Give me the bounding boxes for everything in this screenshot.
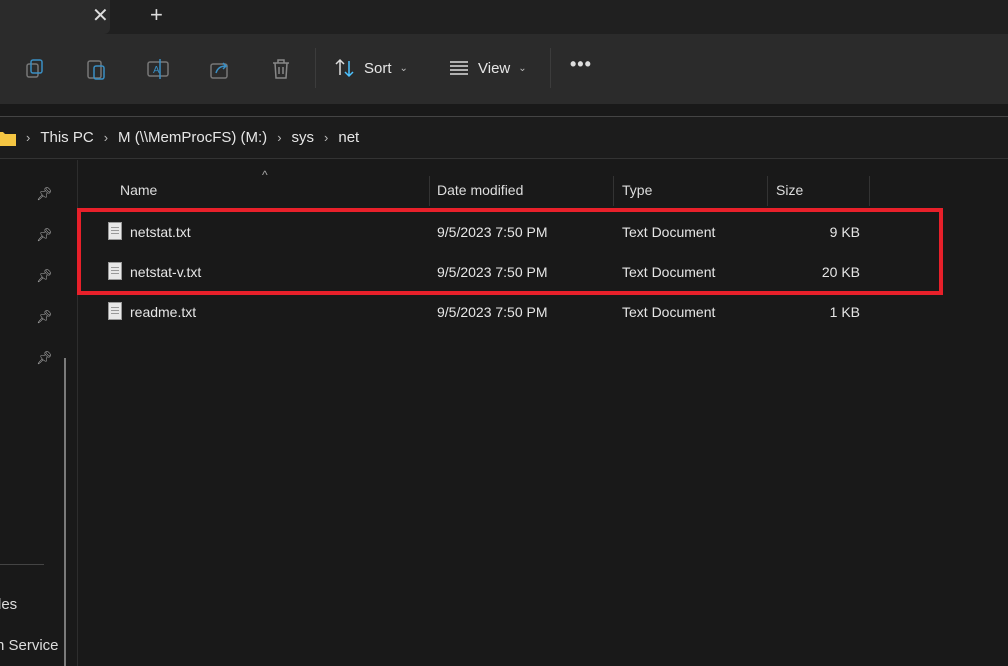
pin-icon: 📌︎ [36, 309, 53, 324]
chevron-right-icon: › [26, 130, 31, 145]
column-divider [767, 176, 768, 206]
sidebar-item[interactable]: les [0, 596, 17, 613]
rename-icon[interactable]: A [145, 56, 171, 82]
new-tab-button[interactable]: + [150, 2, 163, 28]
file-name: readme.txt [130, 304, 197, 320]
breadcrumb-item[interactable]: net [338, 129, 359, 146]
sidebar-item[interactable]: n Service [0, 637, 59, 654]
chevron-down-icon: ⌄ [399, 62, 408, 74]
chevron-right-icon: › [324, 130, 329, 145]
file-size: 1 KB [829, 304, 860, 320]
pin-icon: 📌︎ [36, 227, 53, 242]
chevron-right-icon: › [103, 130, 109, 145]
pin-icon: 📌︎ [36, 268, 53, 283]
highlight-box [77, 208, 943, 295]
breadcrumb: › This PC › M (\\MemProcFS) (M:) › sys ›… [0, 129, 359, 146]
sort-icon [335, 58, 354, 78]
text-file-icon [108, 302, 122, 320]
chevron-right-icon: › [277, 130, 282, 145]
sort-ascending-icon: ^ [262, 168, 268, 182]
pin-icon: 📌︎ [36, 186, 53, 201]
column-header-size[interactable]: Size [776, 182, 803, 198]
breadcrumb-item[interactable]: sys [292, 129, 315, 146]
file-type: Text Document [622, 304, 716, 320]
breadcrumb-item[interactable]: M (\\MemProcFS) (M:) [118, 129, 267, 146]
sort-label: Sort [364, 59, 392, 77]
sort-button[interactable]: Sort ⌄ [334, 57, 408, 79]
file-date: 9/5/2023 7:50 PM [437, 304, 548, 320]
copy-icon[interactable] [22, 56, 48, 82]
divider [0, 564, 44, 565]
file-row[interactable]: readme.txt 9/5/2023 7:50 PM Text Documen… [100, 292, 880, 332]
close-icon[interactable]: ✕ [92, 3, 109, 28]
share-icon[interactable] [207, 56, 233, 82]
divider [550, 48, 551, 88]
column-header-type[interactable]: Type [622, 182, 652, 198]
column-divider [613, 176, 614, 206]
column-header-name[interactable]: Name [120, 182, 157, 198]
chevron-down-icon: ⌄ [518, 62, 527, 74]
svg-text:A: A [153, 65, 160, 76]
divider [315, 48, 316, 88]
view-icon [450, 61, 468, 75]
view-label: View [478, 59, 511, 77]
breadcrumb-item[interactable]: This PC [40, 129, 93, 146]
more-options-button[interactable]: ••• [570, 54, 592, 75]
column-header-date[interactable]: Date modified [437, 182, 523, 198]
pin-icon: 📌︎ [36, 350, 53, 365]
column-divider [429, 176, 430, 206]
sidebar-scrollbar[interactable] [64, 358, 66, 666]
paste-icon[interactable] [84, 56, 110, 82]
delete-icon[interactable] [268, 56, 294, 82]
folder-icon [0, 131, 16, 146]
column-divider [869, 176, 870, 206]
view-button[interactable]: View ⌄ [448, 57, 527, 79]
